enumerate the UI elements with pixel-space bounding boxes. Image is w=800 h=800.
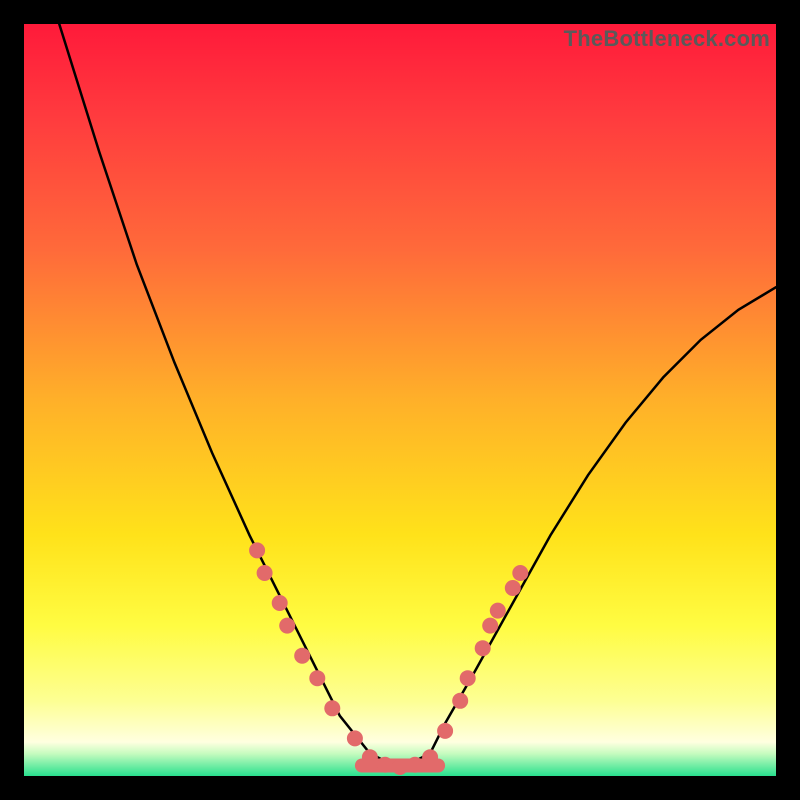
highlighted-points	[249, 542, 528, 775]
bottleneck-curve	[24, 0, 776, 768]
chart-frame: TheBottleneck.com	[24, 24, 776, 776]
watermark-text: TheBottleneck.com	[564, 26, 770, 52]
chart-svg	[24, 24, 776, 776]
